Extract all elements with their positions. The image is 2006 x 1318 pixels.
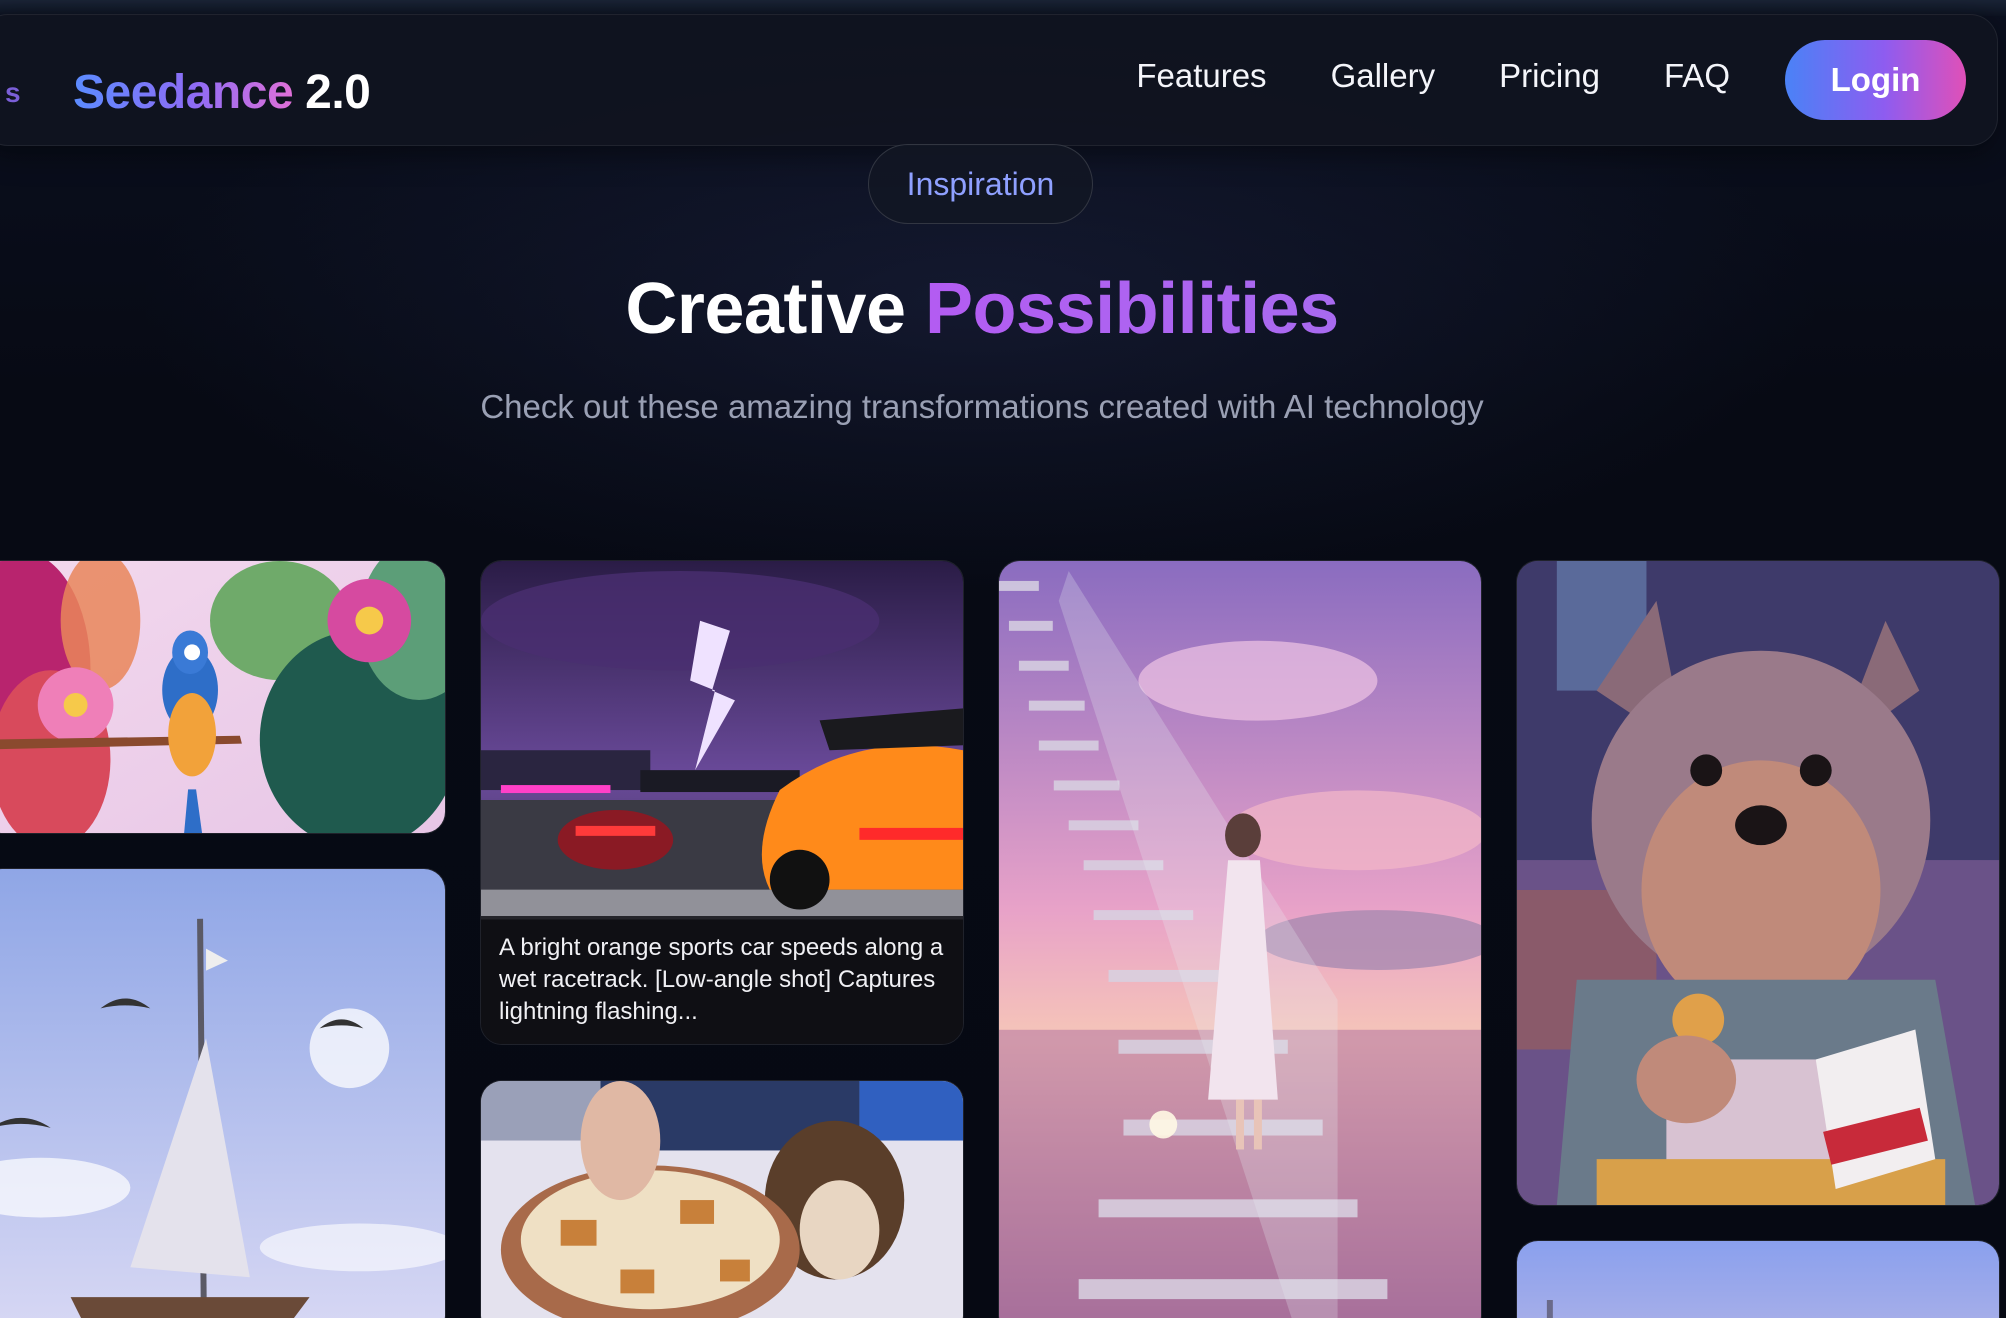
sailboat-image: [0, 869, 445, 1318]
parrot-image: [0, 561, 445, 833]
section-title: Creative Possibilities: [0, 268, 1964, 350]
nav-link-pricing[interactable]: Pricing: [1499, 57, 1600, 95]
brand-logo[interactable]: Seedance 2.0: [73, 65, 371, 120]
partial-card-image: [1517, 1241, 1999, 1318]
gallery-card-sportscar[interactable]: A bright orange sports car speeds along …: [480, 560, 964, 1045]
sportscar-caption: A bright orange sports car speeds along …: [481, 916, 963, 1044]
gallery-card-sailboat[interactable]: [0, 868, 446, 1318]
gallery-card-yorkie[interactable]: [1516, 560, 2000, 1206]
brand-prefix: s: [5, 77, 21, 108]
yorkie-image: [1517, 561, 1999, 1205]
section-badge: Inspiration: [868, 144, 1093, 224]
login-button[interactable]: Login: [1785, 40, 1966, 120]
fondue-image: [481, 1081, 963, 1318]
title-plain: Creative: [625, 269, 906, 349]
section-subtitle: Check out these amazing transformations …: [480, 388, 1484, 425]
brand-name: Seedance: [73, 66, 294, 119]
nav-link-gallery[interactable]: Gallery: [1331, 57, 1436, 95]
gallery-card-fondue[interactable]: [480, 1080, 964, 1318]
gallery-card-parrot[interactable]: [0, 560, 446, 834]
nav-links: Features Gallery Pricing FAQ: [1136, 57, 1730, 95]
nav-link-faq[interactable]: FAQ: [1664, 57, 1730, 95]
staircase-image: [999, 561, 1481, 1318]
title-highlight: Possibilities: [925, 269, 1339, 349]
nav-link-features[interactable]: Features: [1136, 57, 1266, 95]
gallery-card-staircase[interactable]: [998, 560, 1482, 1318]
brand-version: 2.0: [305, 66, 371, 119]
gallery-card-partial[interactable]: [1516, 1240, 2000, 1318]
